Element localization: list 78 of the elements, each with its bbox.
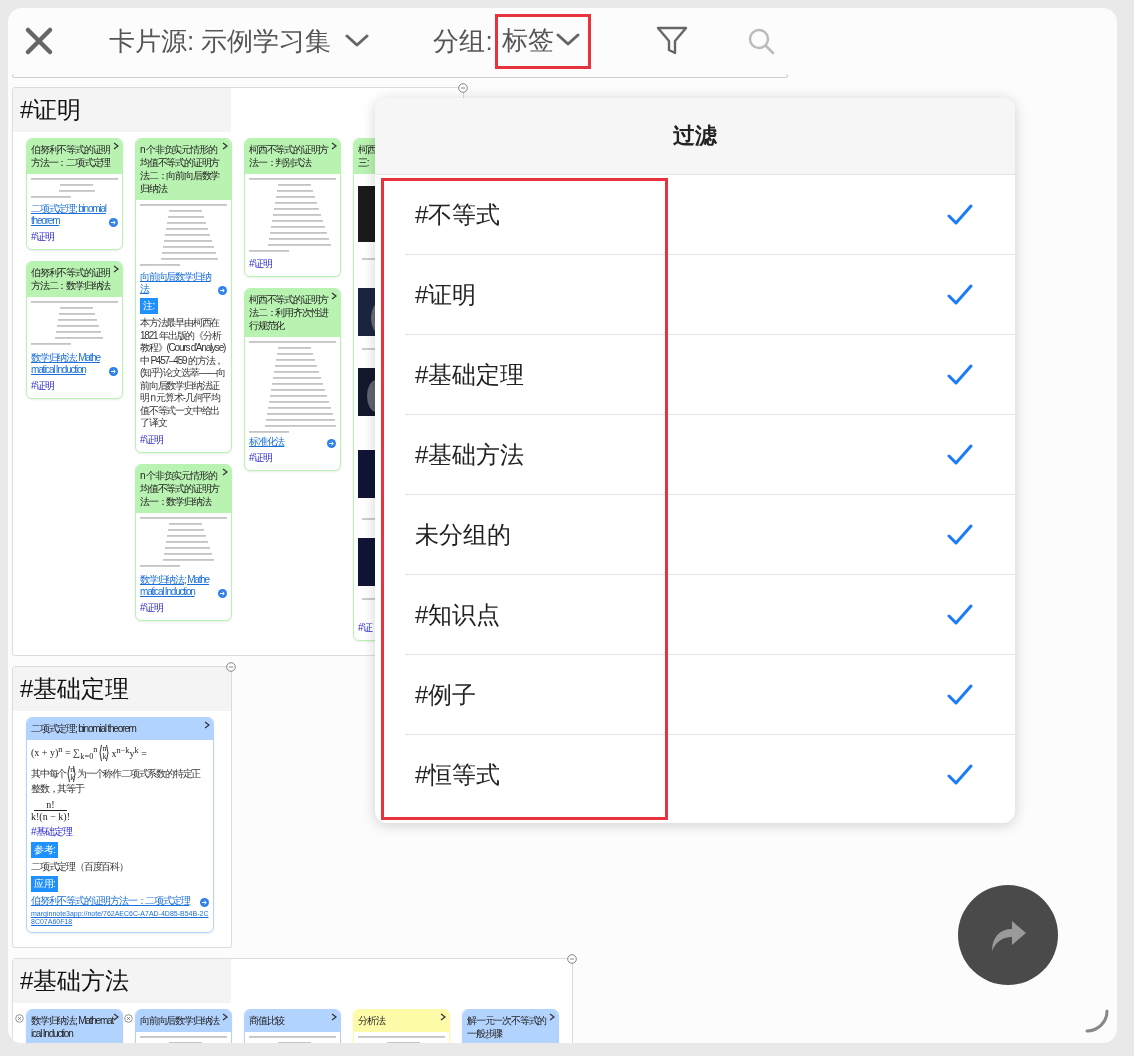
popover-title: 过滤 xyxy=(375,98,1015,175)
tag-link[interactable]: #证明 xyxy=(140,432,163,447)
arrow-circle-icon[interactable] xyxy=(109,218,118,227)
card-title: n 个非负实元情形的均值不等式的证明方法一：数学归纳法 xyxy=(136,464,231,513)
card-title: 商值比较 xyxy=(245,1009,340,1032)
card-link[interactable]: 二项式定理; binomial theorem xyxy=(31,203,107,227)
close-icon[interactable] xyxy=(24,26,54,56)
filter-option[interactable]: #恒等式 xyxy=(405,735,1015,815)
card-link[interactable]: 向前向后数学归纳法 xyxy=(140,271,216,295)
card-title: 解一元一次不等式的一般步骤 xyxy=(463,1009,558,1043)
tag-link[interactable]: #证明 xyxy=(249,451,272,465)
group-dropdown[interactable]: 标签 xyxy=(501,22,580,58)
chevron-icon[interactable] xyxy=(331,142,337,150)
note-label: 应用: xyxy=(31,876,59,892)
arrow-circle-icon[interactable] xyxy=(218,286,227,295)
chevron-icon[interactable] xyxy=(113,142,119,150)
bracket-icon xyxy=(98,744,103,762)
close-circle-icon[interactable] xyxy=(15,1013,24,1023)
resize-handle-icon[interactable] xyxy=(1084,1008,1110,1034)
chevron-down-icon xyxy=(555,33,580,47)
filter-option[interactable]: #基础定理 xyxy=(405,335,1015,415)
filter-option[interactable]: #基础方法 xyxy=(405,415,1015,495)
card-title: 柯西不等式的证明方法二：利用齐次性进行规范化 xyxy=(245,289,340,337)
tag-link[interactable]: #证明 xyxy=(249,257,272,271)
card-title: 伯努利不等式的证明方法一：二项式定理 xyxy=(27,139,122,174)
group-title: #基础定理 xyxy=(13,667,231,711)
collapse-icon[interactable] xyxy=(226,662,236,672)
card-link[interactable]: 标准化法 xyxy=(249,436,325,448)
note-label: 注: xyxy=(140,298,158,314)
tag-link[interactable]: #证明 xyxy=(31,230,54,244)
collapse-icon[interactable] xyxy=(458,83,468,93)
chevron-icon[interactable] xyxy=(113,1012,119,1021)
filter-option[interactable]: 未分组的 xyxy=(405,495,1015,575)
collapse-icon[interactable] xyxy=(567,953,577,964)
arrow-circle-icon[interactable] xyxy=(327,439,336,448)
group-label: 分组: xyxy=(433,24,493,58)
card-title: 柯西不等式的证明方法一：判别式法 xyxy=(245,139,340,174)
fraction: n! k!(n − k)! xyxy=(31,798,70,822)
chevron-icon[interactable] xyxy=(222,142,228,150)
filter-option[interactable]: #证明 xyxy=(405,255,1015,335)
chevron-icon[interactable] xyxy=(549,1012,555,1021)
tag-link[interactable]: #证 xyxy=(358,621,372,635)
card-title: 伯努利不等式的证明方法二：数学归纳法 xyxy=(27,262,122,297)
note-text: 本方法最早由柯西在 1821 年出版的《分析教程》(Cours d'Analyse) 中 P457–459 的方法，(知乎) 论文选萃——向前向后数学归纳法证明 n 元算术-几何平均值不等式一文中给出了译文 xyxy=(140,317,227,430)
arrow-circle-icon[interactable] xyxy=(218,588,227,598)
close-circle-icon[interactable] xyxy=(124,1013,133,1023)
bracket-icon xyxy=(66,765,71,783)
filter-option[interactable]: #不等式 xyxy=(405,175,1015,255)
group-title: #证明 xyxy=(13,88,231,132)
arrow-circle-icon[interactable] xyxy=(109,367,118,376)
chevron-icon[interactable] xyxy=(222,1012,228,1021)
chevron-icon[interactable] xyxy=(222,467,228,476)
chevron-icon[interactable] xyxy=(204,721,210,729)
card-link[interactable]: 数学归纳法; Mathematical Induction xyxy=(140,573,216,598)
group-title: #基础方法 xyxy=(13,958,231,1003)
filter-option[interactable]: #知识点 xyxy=(405,575,1015,655)
card-link[interactable]: 数学归纳法; Mathematical Induction xyxy=(31,352,107,376)
chevron-icon[interactable] xyxy=(331,292,337,300)
chevron-icon[interactable] xyxy=(440,1012,446,1021)
bracket-icon xyxy=(73,765,77,783)
card-link[interactable]: 伯努利不等式的证明方法一：二项式定理 xyxy=(31,895,198,907)
card-title: 向前向后数学归纳法 xyxy=(136,1009,231,1032)
filter-option[interactable]: #例子 xyxy=(405,655,1015,735)
source-dropdown[interactable]: 卡片源: 示例学习集 xyxy=(109,23,370,59)
tag-link[interactable]: #基础定理 xyxy=(31,824,72,839)
card-title: 二项式定理; binomial theorem xyxy=(27,718,213,740)
tag-link[interactable]: #证明 xyxy=(31,379,54,393)
arrow-circle-icon[interactable] xyxy=(200,898,209,907)
card-title: 分析法 xyxy=(354,1009,449,1032)
bracket-icon xyxy=(106,744,111,762)
note-label: 参考: xyxy=(31,841,59,858)
chevron-icon[interactable] xyxy=(113,265,119,273)
chevron-icon[interactable] xyxy=(331,1012,337,1021)
card-title: 数学归纳法; Mathematical Induction xyxy=(27,1009,122,1043)
card-title: n 个非负实元情形的均值不等式的证明方法二：向前向后数学归纳法 xyxy=(136,139,231,200)
note-text: 二项式定理（百度百科） xyxy=(31,860,129,873)
tag-link[interactable]: #证明 xyxy=(140,600,163,615)
chevron-down-icon xyxy=(345,34,370,48)
